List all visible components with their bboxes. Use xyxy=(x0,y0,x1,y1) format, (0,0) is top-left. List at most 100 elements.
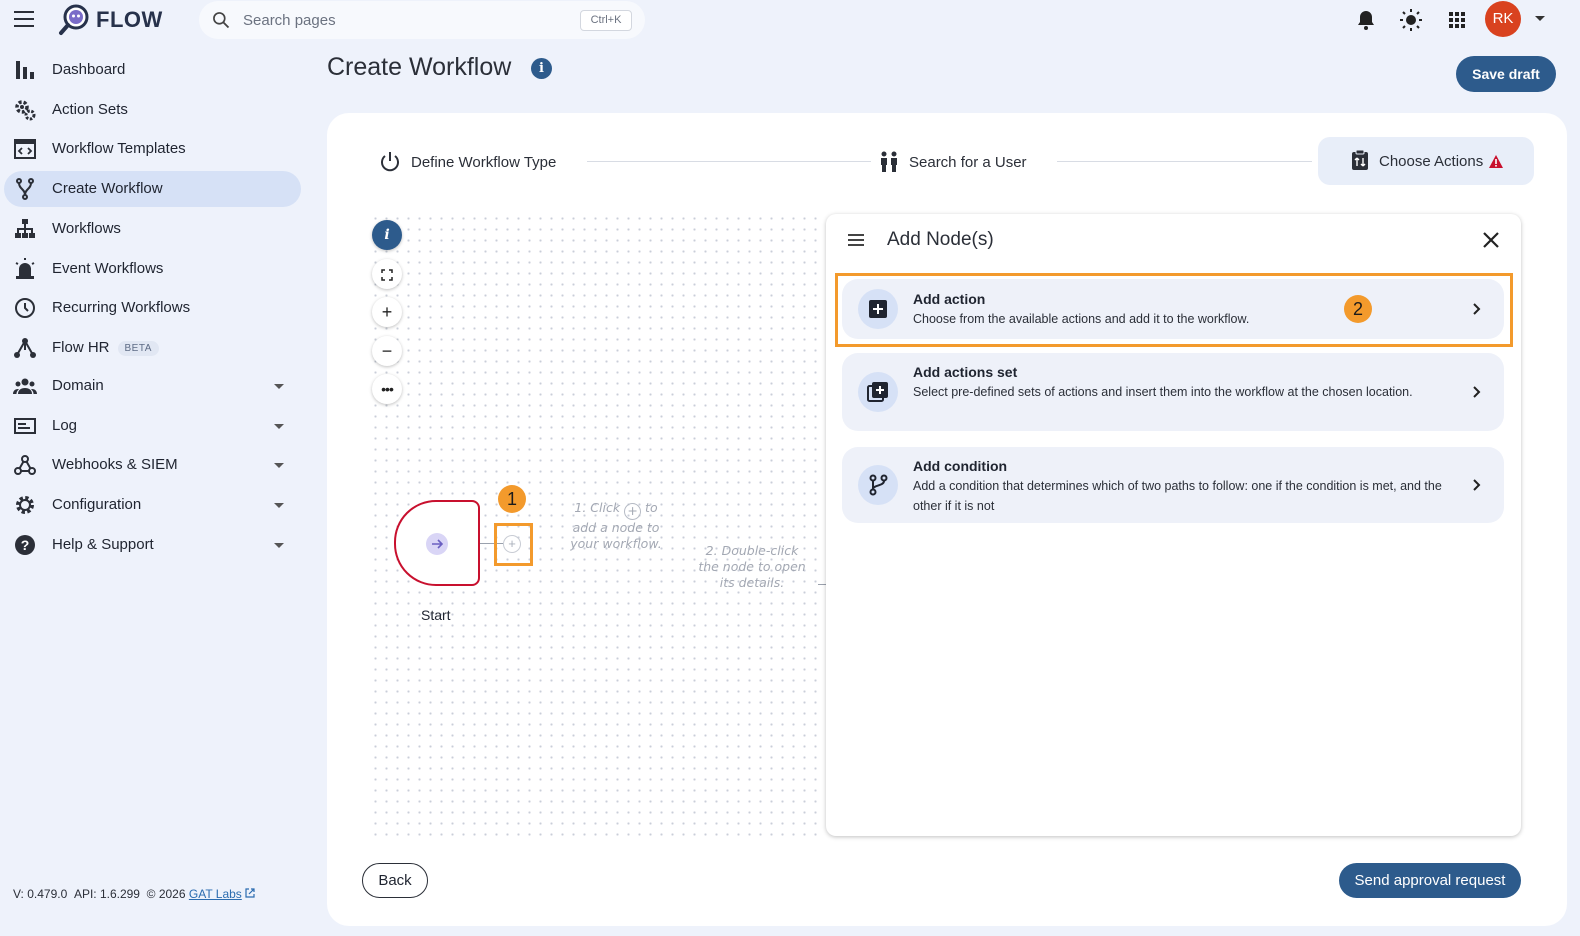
users-icon xyxy=(881,151,897,172)
step-connector xyxy=(587,161,871,162)
plus-box-icon xyxy=(858,289,898,329)
template-icon xyxy=(14,139,36,159)
sidebar-item-workflow-templates[interactable]: Workflow Templates xyxy=(4,131,301,167)
start-node[interactable] xyxy=(394,500,480,586)
search-icon xyxy=(213,12,230,29)
hint-arrow xyxy=(818,584,826,585)
network-icon xyxy=(14,338,36,358)
magnifier-logo-icon xyxy=(58,4,90,36)
apps-grid-icon[interactable] xyxy=(1445,8,1469,32)
sidebar-item-recurring-workflows[interactable]: Recurring Workflows xyxy=(4,290,301,326)
help-icon: ? xyxy=(15,535,35,555)
sidebar-item-label: Dashboard xyxy=(52,61,126,78)
gears-icon xyxy=(15,100,36,121)
account-menu-caret-icon[interactable] xyxy=(1535,16,1545,21)
expand-caret-icon xyxy=(274,543,284,548)
plus-circle-icon: + xyxy=(624,503,642,520)
avatar[interactable]: RK xyxy=(1485,1,1521,37)
hierarchy-icon xyxy=(15,219,35,238)
hint-click-to-add: 1. Click + to add a node to your workflo… xyxy=(570,500,662,551)
sidebar-item-label: Log xyxy=(52,417,78,434)
info-icon[interactable]: i xyxy=(531,58,552,79)
canvas-info-button[interactable]: i xyxy=(372,220,402,250)
sidebar-item-label: Flow HR BETA xyxy=(52,339,159,356)
bell-icon[interactable] xyxy=(1354,8,1378,32)
step-choose-actions[interactable]: Choose Actions xyxy=(1318,137,1534,185)
option-title: Add action xyxy=(913,291,986,307)
fork-icon xyxy=(16,178,34,200)
page-title: Create Workflow xyxy=(327,53,512,81)
sidebar-item-dashboard[interactable]: Dashboard xyxy=(4,52,301,88)
sidebar-item-help-support[interactable]: ? Help & Support xyxy=(4,527,301,563)
chevron-right-icon xyxy=(1473,479,1481,491)
menu-icon[interactable] xyxy=(14,11,34,27)
sidebar-item-label: Help & Support xyxy=(52,536,154,553)
highlight-box xyxy=(494,523,533,566)
arrow-right-icon xyxy=(426,533,448,555)
add-node-panel: Add Node(s) Add action Choose from the a… xyxy=(826,214,1521,836)
sidebar-item-flow-hr[interactable]: Flow HR BETA xyxy=(4,330,301,366)
app-version: V: 0.479.0 xyxy=(13,887,68,901)
sidebar-item-label: Webhooks & SIEM xyxy=(52,456,178,473)
more-options-button[interactable]: ••• xyxy=(372,374,402,404)
step-badge-2: 2 xyxy=(1344,295,1372,323)
copyright: © 2026 xyxy=(146,887,186,901)
warning-icon xyxy=(1489,154,1504,168)
back-button[interactable]: Back xyxy=(362,863,428,898)
send-approval-request-button[interactable]: Send approval request xyxy=(1339,863,1521,898)
people-icon xyxy=(13,378,37,394)
svg-text:?: ? xyxy=(21,537,30,553)
panel-title: Add Node(s) xyxy=(887,229,994,250)
sidebar-item-log[interactable]: Log xyxy=(4,408,301,444)
log-icon xyxy=(14,418,36,434)
sidebar-item-label: Configuration xyxy=(52,496,142,513)
sidebar-item-action-sets[interactable]: Action Sets xyxy=(4,92,301,128)
step-label: Choose Actions xyxy=(1379,152,1484,170)
clock-icon xyxy=(15,298,35,318)
sidebar-item-create-workflow[interactable]: Create Workflow xyxy=(4,171,301,207)
start-node-label: Start xyxy=(421,607,451,623)
sidebar-item-configuration[interactable]: Configuration xyxy=(4,487,301,523)
app-logo[interactable]: FLOW xyxy=(58,2,163,38)
sidebar-item-workflows[interactable]: Workflows xyxy=(4,211,301,247)
sidebar-item-domain[interactable]: Domain xyxy=(4,368,301,404)
expand-caret-icon xyxy=(274,384,284,389)
option-description: Select pre-defined sets of actions and i… xyxy=(913,385,1413,399)
expand-caret-icon xyxy=(274,424,284,429)
close-icon[interactable] xyxy=(1481,230,1501,250)
hint-double-click: 2. Double-click the node to open its det… xyxy=(698,543,806,590)
top-bar: FLOW Ctrl+K RK xyxy=(0,0,1580,40)
step-define-workflow-type[interactable]: Define Workflow Type xyxy=(379,138,556,186)
webhook-icon xyxy=(14,455,36,475)
search-input[interactable] xyxy=(243,9,563,31)
external-link-icon xyxy=(245,888,255,898)
step-badge-1: 1 xyxy=(498,485,526,513)
sidebar-item-event-workflows[interactable]: Event Workflows xyxy=(4,251,301,287)
app-name: FLOW xyxy=(96,7,163,32)
add-condition-option[interactable]: Add condition Add a condition that deter… xyxy=(842,447,1504,523)
sidebar-item-webhooks-siem[interactable]: Webhooks & SIEM xyxy=(4,447,301,483)
option-title: Add actions set xyxy=(913,364,1018,380)
power-icon xyxy=(381,152,399,172)
brightness-icon[interactable] xyxy=(1399,8,1423,32)
sidebar-item-label: Domain xyxy=(52,377,104,394)
save-draft-button[interactable]: Save draft xyxy=(1456,56,1556,92)
api-version: API: 1.6.299 xyxy=(73,887,140,901)
library-add-icon xyxy=(858,372,898,412)
branch-icon xyxy=(858,465,898,505)
add-actions-set-option[interactable]: Add actions set Select pre-defined sets … xyxy=(842,353,1504,431)
step-search-user[interactable]: Search for a User xyxy=(879,138,1027,186)
zoom-out-button[interactable]: − xyxy=(372,336,402,366)
zoom-in-button[interactable]: + xyxy=(372,297,402,327)
chevron-right-icon xyxy=(1473,303,1481,315)
expand-caret-icon xyxy=(274,503,284,508)
company-link[interactable]: GAT Labs xyxy=(189,887,242,901)
clipboard-icon xyxy=(1352,149,1368,170)
fit-view-button[interactable] xyxy=(372,259,402,289)
beta-badge: BETA xyxy=(117,341,159,356)
add-action-option[interactable]: Add action Choose from the available act… xyxy=(842,279,1504,339)
menu-icon[interactable] xyxy=(848,234,864,248)
chevron-right-icon xyxy=(1473,386,1481,398)
search-bar[interactable]: Ctrl+K xyxy=(199,1,645,39)
sidebar-item-label: Action Sets xyxy=(52,101,128,118)
